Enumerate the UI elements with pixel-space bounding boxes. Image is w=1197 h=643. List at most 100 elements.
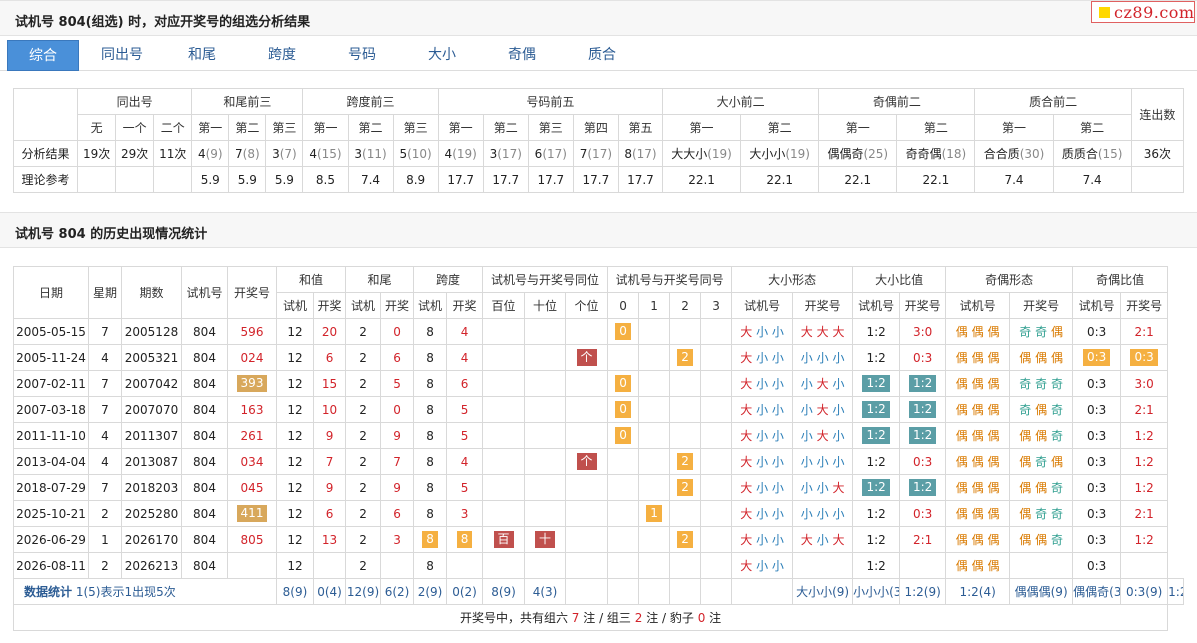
odd-even-ratio-draw: 1:2	[1134, 532, 1154, 547]
big-small-draw-char: 小	[800, 455, 813, 469]
reference-cell: 7.4	[974, 166, 1054, 193]
result-count: (18)	[941, 147, 967, 161]
col-issue: 期数	[121, 266, 182, 319]
issue-cell: 2005128	[121, 318, 182, 345]
tab-sum-tail[interactable]: 和尾	[162, 40, 242, 71]
odd-even-test-char: 偶	[955, 507, 968, 521]
odd-even-draw-char: 奇	[1050, 533, 1063, 547]
span-test-cell: 8	[413, 448, 448, 475]
big-small-ratio-test-cell: 1:2	[852, 448, 901, 475]
test-number-cell: 804	[181, 318, 228, 345]
tab-span[interactable]: 跨度	[242, 40, 322, 71]
odd-even-ratio-test-cell: 0:3	[1072, 448, 1122, 475]
col-sum: 和值	[275, 266, 347, 293]
odd-even-test-char: 偶	[987, 403, 1000, 417]
result-cell: 偶偶奇(25)	[818, 140, 898, 167]
result-count: (10)	[407, 146, 432, 161]
stats-value: 8(9)	[482, 578, 526, 605]
same-number-cell	[669, 552, 702, 579]
result-value: 4	[197, 146, 206, 161]
tab-overview[interactable]: 综合	[7, 40, 79, 71]
same-number-cell	[700, 318, 733, 345]
date-cell: 2018-07-29	[13, 474, 89, 501]
stats-label[interactable]: 数据统计	[24, 585, 72, 599]
result-cell: 8(17)	[617, 140, 664, 167]
big-small-draw-cell: 大 大 大	[792, 318, 854, 345]
big-small-ratio-draw-cell: 0:3	[899, 344, 947, 371]
big-small-test-char: 小	[756, 559, 769, 573]
big-small-ratio-draw-cell: 2:1	[899, 526, 947, 553]
same-position-cell	[524, 344, 567, 371]
sum-draw-cell: 6	[312, 344, 347, 371]
section-title: 试机号 804 的历史出现情况统计	[15, 227, 208, 242]
history-head-row: 日期 星期 期数 试机号 开奖号 和值 和尾 跨度 试机号与开奖号同位 试机号与…	[13, 266, 1184, 319]
big-small-draw-char: 小	[816, 351, 829, 365]
date-cell: 2007-02-11	[13, 370, 89, 397]
odd-even-draw-char: 偶	[1019, 351, 1032, 365]
odd-even-draw-char: 奇	[1035, 377, 1048, 391]
big-small-ratio-draw: 1:2	[908, 401, 937, 418]
sum-test-cell: 12	[276, 318, 314, 345]
issue-cell: 2026213	[121, 552, 182, 579]
result-count: (17)	[542, 146, 567, 161]
odd-even-ratio-draw-cell: 2:1	[1120, 318, 1169, 345]
same-number-cell	[700, 526, 733, 553]
same-number-marker: 0	[615, 401, 631, 418]
odd-even-test-cell: 偶 偶 偶	[945, 422, 1011, 449]
odd-even-test-char: 偶	[987, 325, 1000, 339]
reference-cell	[153, 166, 193, 193]
reference-cell	[115, 166, 155, 193]
result-cell: 4(19)	[437, 140, 484, 167]
result-value: 3	[272, 146, 280, 161]
same-position-cell	[565, 552, 609, 579]
big-small-draw-char: 小	[816, 455, 829, 469]
big-small-draw-cell	[792, 552, 854, 579]
same-position-cell	[482, 318, 526, 345]
site-logo[interactable]: cz89.com	[1091, 1, 1195, 23]
big-small-ratio-test: 1:2	[866, 558, 886, 573]
result-value: 4	[309, 146, 317, 161]
big-small-test-char: 小	[771, 377, 784, 391]
big-small-test-char: 小	[756, 533, 769, 547]
tab-big-small[interactable]: 大小	[402, 40, 482, 71]
odd-even-ratio-draw-cell: 0:3	[1120, 344, 1169, 371]
sub-header: 第一	[191, 114, 230, 141]
sub-header: 第一	[302, 114, 349, 141]
big-small-ratio-draw-cell: 1:2	[899, 422, 947, 449]
same-number-cell	[638, 396, 671, 423]
tab-prime-composite[interactable]: 质合	[562, 40, 642, 71]
reference-cell: 22.1	[661, 166, 742, 193]
result-value: 奇奇偶	[905, 147, 942, 161]
sum-test-cell: 12	[276, 422, 314, 449]
logo-text: cz89.com	[1114, 3, 1195, 22]
span-draw-cell: 8	[446, 526, 484, 553]
summary-reference-row: 理论参考 5.9 5.9 5.9 8.5 7.4 8.9 17.7 17.7 17.7 17.7 17…	[12, 166, 1185, 193]
result-count: (30)	[1019, 147, 1045, 161]
sum-draw-cell: 13	[312, 526, 347, 553]
sub-header: 1	[638, 292, 671, 319]
same-position-cell	[482, 370, 526, 397]
tail-test-cell: 2	[345, 500, 382, 527]
big-small-test-cell: 大 小 小	[731, 474, 794, 501]
date-cell: 2005-05-15	[13, 318, 89, 345]
odd-even-draw-char: 偶	[1035, 429, 1048, 443]
big-small-draw-cell: 小 大 小	[792, 422, 854, 449]
odd-even-test-char: 偶	[987, 351, 1000, 365]
reference-cell: 5.9	[265, 166, 304, 193]
result-cell: 3(11)	[347, 140, 394, 167]
result-value: 大小小	[749, 147, 786, 161]
same-position-cell: 个	[565, 448, 609, 475]
big-small-draw-char: 小	[800, 481, 813, 495]
draw-number: 596	[240, 324, 264, 339]
odd-even-draw-char: 偶	[1050, 351, 1063, 365]
same-number-cell	[700, 500, 733, 527]
tab-number[interactable]: 号码	[322, 40, 402, 71]
tab-same-number[interactable]: 同出号	[82, 40, 162, 71]
reference-cell: 5.9	[228, 166, 267, 193]
tab-odd-even[interactable]: 奇偶	[482, 40, 562, 71]
odd-even-draw-cell: 偶 偶 偶	[1009, 344, 1074, 371]
odd-even-draw-cell: 奇 奇 偶	[1009, 318, 1074, 345]
stats-value: 大小小(9)	[792, 578, 854, 605]
odd-even-test-char: 偶	[987, 559, 1000, 573]
tail-draw-cell: 7	[380, 448, 415, 475]
